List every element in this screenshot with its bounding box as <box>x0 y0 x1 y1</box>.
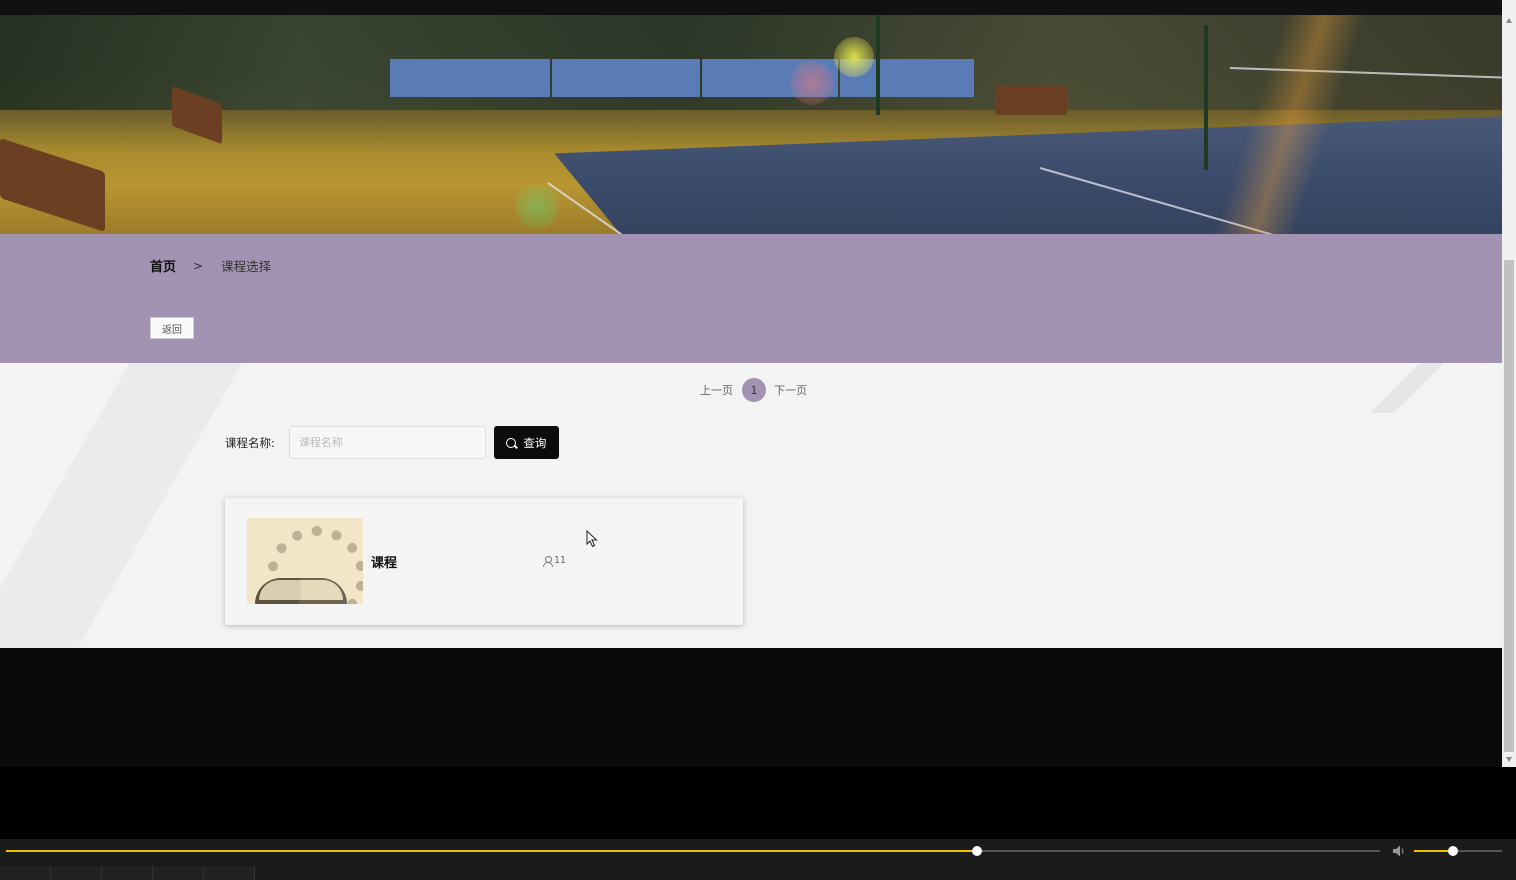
course-card[interactable]: 课程 11 <box>225 498 743 625</box>
lens-flare <box>834 37 874 77</box>
breadcrumb-band: 首页 > 课程选择 返回 <box>0 234 1502 363</box>
hero-court <box>554 116 1502 234</box>
scrollbar-thumb[interactable] <box>1504 260 1514 752</box>
volume-icon[interactable] <box>1392 844 1406 858</box>
course-thumbnail <box>247 518 363 604</box>
breadcrumb-current: 课程选择 <box>221 259 272 274</box>
course-name-label: 课程名称: <box>225 435 275 450</box>
lens-flare <box>515 185 559 229</box>
taskbar-slot[interactable] <box>51 866 102 880</box>
volume-fill <box>1414 850 1453 852</box>
page-scrollbar[interactable] <box>1502 0 1516 767</box>
net-post <box>876 15 880 115</box>
lens-flare <box>790 61 834 105</box>
breadcrumb: 首页 > 课程选择 <box>150 256 272 276</box>
course-count-value: 11 <box>554 555 567 566</box>
progress-played <box>6 850 978 852</box>
top-bar <box>0 0 1502 15</box>
mouse-pointer-icon <box>586 530 598 548</box>
main-content: 上一页 1 下一页 课程名称: 查询 课程 11 <box>0 363 1502 648</box>
net-post <box>1204 25 1208 170</box>
taskbar-slot[interactable] <box>153 866 204 880</box>
taskbar-slot[interactable] <box>0 866 51 880</box>
media-player-bar <box>0 839 1516 880</box>
pagination: 上一页 1 下一页 <box>700 378 807 402</box>
search-icon <box>506 437 517 448</box>
page-number-button[interactable]: 1 <box>742 378 766 402</box>
scroll-down-arrow-icon[interactable] <box>1506 757 1512 762</box>
breadcrumb-home-link[interactable]: 首页 <box>150 256 176 275</box>
search-button[interactable]: 查询 <box>493 426 559 459</box>
taskbar-slot[interactable] <box>102 866 153 880</box>
scroll-up-arrow-icon[interactable] <box>1506 18 1512 23</box>
hero-windscreen <box>390 59 550 97</box>
prev-page-link[interactable]: 上一页 <box>700 382 733 398</box>
next-page-link[interactable]: 下一页 <box>774 382 807 398</box>
course-title: 课程 <box>371 556 398 571</box>
back-button[interactable]: 返回 <box>150 317 194 339</box>
taskbar-strip <box>0 866 1516 880</box>
background-decoration <box>1372 363 1442 413</box>
search-button-label: 查询 <box>523 435 547 450</box>
hero-windscreen <box>552 59 700 97</box>
volume-handle[interactable] <box>1447 846 1458 856</box>
browser-viewport: 首页 > 课程选择 返回 上一页 1 下一页 课程名称: 查询 <box>0 0 1516 767</box>
taskbar-slot[interactable] <box>204 866 255 880</box>
breadcrumb-separator: > <box>193 258 204 273</box>
hero-banner <box>0 15 1502 234</box>
search-form: 课程名称: 查询 <box>225 426 559 459</box>
bench <box>0 137 105 233</box>
bench <box>995 85 1067 115</box>
user-icon <box>542 555 553 567</box>
course-name-input[interactable] <box>288 426 486 459</box>
progress-handle[interactable] <box>972 846 983 856</box>
course-member-count: 11 <box>542 555 567 567</box>
